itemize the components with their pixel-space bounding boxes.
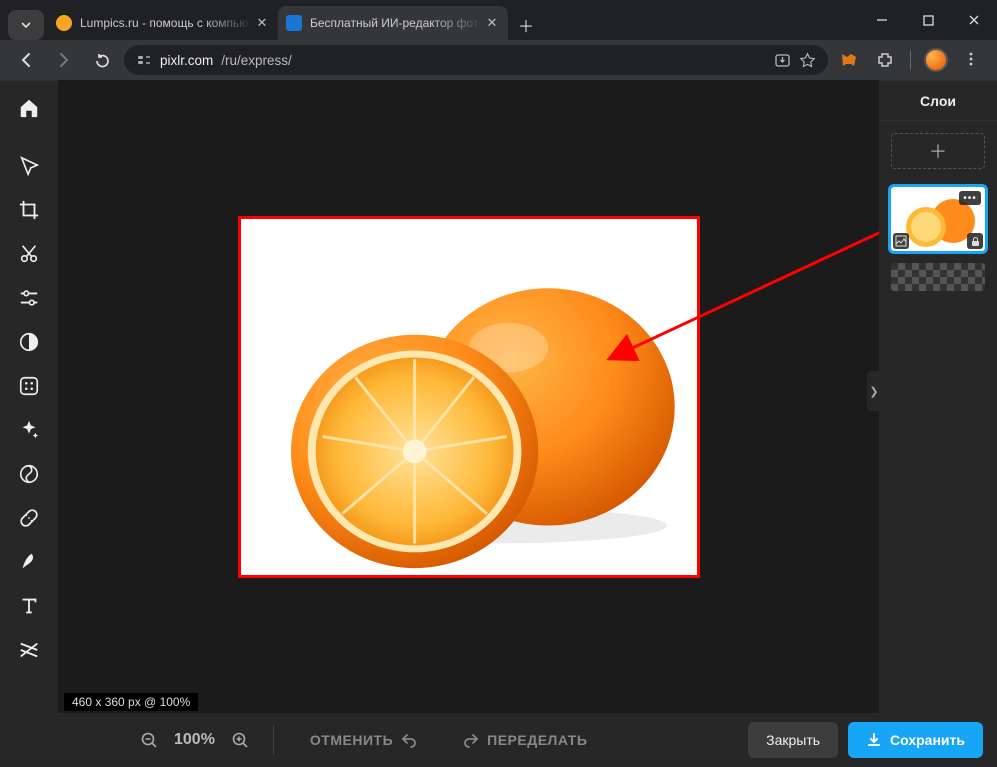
reload-button[interactable] xyxy=(86,44,118,76)
adjust-tool[interactable] xyxy=(7,277,51,319)
address-bar: pixlr.com/ru/express/ xyxy=(0,40,997,80)
collapse-panel-button[interactable]: ❯ xyxy=(867,371,881,411)
window-controls xyxy=(859,0,997,40)
undo-button[interactable]: ОТМЕНИТЬ xyxy=(292,722,435,758)
tab-search-button[interactable] xyxy=(8,10,44,40)
layer-type-icon xyxy=(893,233,909,249)
url-path: /ru/express/ xyxy=(221,53,292,68)
titlebar: Lumpics.ru - помощь с компью ✕ Бесплатны… xyxy=(0,0,997,40)
contrast-tool[interactable] xyxy=(7,321,51,363)
tab-title: Бесплатный ИИ-редактор фот xyxy=(310,16,484,30)
redo-icon xyxy=(463,732,479,748)
tab-title: Lumpics.ru - помощь с компью xyxy=(80,16,254,30)
download-icon xyxy=(866,732,882,748)
canvas-area: 460 x 360 px @ 100% xyxy=(58,80,879,713)
layer-thumb-empty xyxy=(891,263,985,291)
url-host: pixlr.com xyxy=(160,53,213,68)
extensions-button[interactable] xyxy=(870,45,900,75)
layers-title: Слои xyxy=(879,81,997,121)
close-window-button[interactable] xyxy=(951,0,997,40)
effects-tool[interactable] xyxy=(7,365,51,407)
close-button[interactable]: Закрыть xyxy=(748,722,838,758)
save-button[interactable]: Сохранить xyxy=(848,722,983,758)
favicon xyxy=(286,15,302,31)
forward-button[interactable] xyxy=(48,44,80,76)
bottom-bar: 100% ОТМЕНИТЬ ПЕРЕДЕЛАТЬ Закрыть Сохрани… xyxy=(0,713,997,767)
install-app-icon[interactable] xyxy=(774,52,791,69)
crop-tool[interactable] xyxy=(7,189,51,231)
add-layer-button[interactable]: ＋ xyxy=(891,133,985,169)
layer-2[interactable] xyxy=(891,263,985,327)
zoom-controls: 100% xyxy=(134,725,255,755)
heal-tool[interactable] xyxy=(7,497,51,539)
chevron-down-icon xyxy=(20,19,32,31)
browser-tab-1[interactable]: Lumpics.ru - помощь с компью ✕ xyxy=(48,6,278,40)
zoom-in-button[interactable] xyxy=(225,725,255,755)
site-settings-icon[interactable] xyxy=(136,52,152,68)
favicon xyxy=(56,15,72,31)
layers-panel: Слои ＋ ••• ❯ xyxy=(879,80,997,713)
new-tab-button[interactable]: ＋ xyxy=(511,10,541,40)
undo-icon xyxy=(401,732,417,748)
select-tool[interactable] xyxy=(7,145,51,187)
back-button[interactable] xyxy=(10,44,42,76)
cut-tool[interactable] xyxy=(7,233,51,275)
layer-1[interactable]: ••• xyxy=(891,187,985,251)
tool-sidebar xyxy=(0,80,58,713)
minimize-button[interactable] xyxy=(859,0,905,40)
home-button[interactable] xyxy=(7,87,51,129)
draw-tool[interactable] xyxy=(7,541,51,583)
text-tool[interactable] xyxy=(7,585,51,627)
canvas[interactable] xyxy=(238,216,700,578)
extension-metamask-icon[interactable] xyxy=(834,45,864,75)
layer-lock-icon[interactable] xyxy=(967,233,983,249)
close-tab-icon[interactable]: ✕ xyxy=(484,15,500,31)
url-field[interactable]: pixlr.com/ru/express/ xyxy=(124,45,828,75)
profile-avatar[interactable] xyxy=(921,45,951,75)
ai-tool[interactable] xyxy=(7,409,51,451)
browser-menu-button[interactable] xyxy=(957,45,987,75)
layer-menu-button[interactable]: ••• xyxy=(959,191,981,205)
fill-tool[interactable] xyxy=(7,629,51,671)
browser-tab-2[interactable]: Бесплатный ИИ-редактор фот ✕ xyxy=(278,6,508,40)
zoom-out-button[interactable] xyxy=(134,725,164,755)
liquify-tool[interactable] xyxy=(7,453,51,495)
zoom-value: 100% xyxy=(174,731,215,749)
canvas-image xyxy=(241,219,697,575)
close-tab-icon[interactable]: ✕ xyxy=(254,15,270,31)
bookmark-star-icon[interactable] xyxy=(799,52,816,69)
redo-button[interactable]: ПЕРЕДЕЛАТЬ xyxy=(445,722,605,758)
canvas-status: 460 x 360 px @ 100% xyxy=(64,693,198,711)
maximize-button[interactable] xyxy=(905,0,951,40)
